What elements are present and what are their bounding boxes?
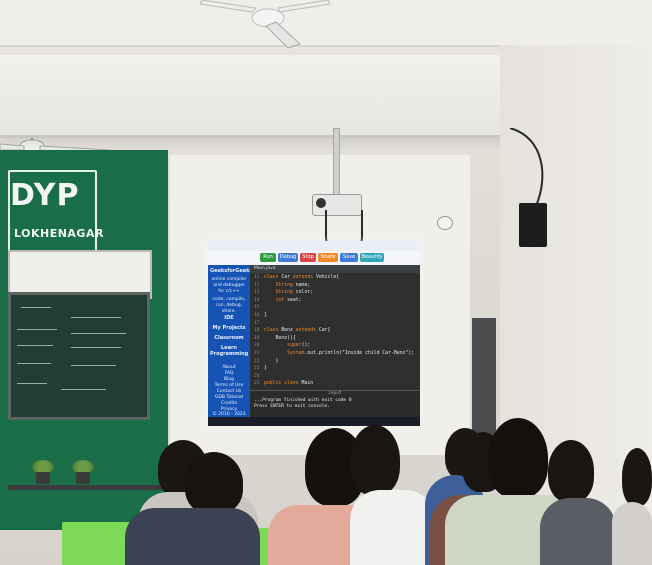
code-line: class Car extends Vehicle{ bbox=[264, 275, 340, 280]
share-button[interactable]: Share bbox=[318, 253, 338, 262]
student-body bbox=[350, 490, 435, 565]
student-body bbox=[540, 498, 616, 565]
student-body bbox=[612, 502, 652, 565]
ide-sidebar: GeeksforGeeks online compiler and debugg… bbox=[208, 265, 253, 423]
sidebar-item-classroom[interactable]: Classroom bbox=[210, 335, 248, 341]
console-line: Press ENTER to exit console. bbox=[254, 404, 330, 409]
speaker bbox=[519, 203, 547, 247]
projector-lens-icon bbox=[316, 198, 326, 208]
code-line: } bbox=[264, 358, 279, 364]
line-number: 13 bbox=[254, 290, 260, 296]
line-number: 20 bbox=[254, 343, 260, 349]
line-number: 25 bbox=[254, 381, 260, 387]
line-number: 23 bbox=[254, 366, 260, 372]
plant-pot bbox=[36, 472, 50, 484]
sidebar-item-learn[interactable]: Learn Programming bbox=[210, 345, 248, 357]
line-number: 14 bbox=[254, 297, 260, 303]
line-number: 21 bbox=[254, 351, 260, 356]
line-number: 17 bbox=[254, 320, 260, 326]
student-head bbox=[488, 418, 548, 498]
code-line: Benz(){ bbox=[264, 335, 296, 341]
student-head bbox=[185, 452, 243, 514]
door bbox=[472, 318, 496, 438]
line-number: 11 bbox=[254, 275, 260, 280]
sidebar-item-ide[interactable]: IDE bbox=[210, 315, 248, 321]
line-number: 22 bbox=[254, 358, 260, 364]
logo-subtitle: LOKHENAGAR bbox=[14, 227, 104, 240]
sidebar-tagline: online compiler and debugger for c/c++ bbox=[211, 277, 247, 294]
chalkboard bbox=[8, 292, 150, 420]
console-label: input bbox=[328, 391, 342, 396]
beautify-button[interactable]: Beautify bbox=[360, 253, 384, 262]
student-body bbox=[125, 508, 260, 565]
classroom-scene: DYP LOKHENAGAR Run Debug Stop Share Save… bbox=[0, 0, 652, 565]
stop-button[interactable]: Stop bbox=[300, 253, 316, 262]
student-head bbox=[350, 425, 400, 495]
chair bbox=[62, 522, 132, 565]
sidebar-brand: GeeksforGeeks bbox=[210, 268, 253, 274]
browser-titlebar bbox=[208, 241, 420, 251]
line-number: 24 bbox=[254, 373, 260, 379]
line-number: 19 bbox=[254, 335, 260, 341]
code-line: System.out.println("Inside child Car-Ben… bbox=[287, 351, 415, 356]
line-number: 18 bbox=[254, 328, 260, 334]
plant-pot-2 bbox=[76, 472, 90, 484]
code-line: String color; bbox=[275, 290, 314, 296]
code-line: super(); bbox=[287, 343, 311, 349]
student-head bbox=[622, 448, 652, 506]
sidebar-tagline-2: code, compile, run, debug, share. bbox=[212, 297, 246, 314]
code-line: String name; bbox=[275, 282, 311, 288]
line-number: 16 bbox=[254, 313, 260, 318]
run-button[interactable]: Run bbox=[260, 253, 276, 262]
sidebar-item-projects[interactable]: My Projects bbox=[210, 325, 248, 331]
editor-tab-label: Main.java bbox=[254, 266, 276, 271]
projector-mount bbox=[333, 128, 340, 198]
student-head bbox=[548, 440, 594, 502]
console-line: ...Program finished with exit code 0 bbox=[254, 398, 352, 403]
cctv-camera-icon bbox=[437, 216, 453, 230]
debug-button[interactable]: Debug bbox=[278, 253, 298, 262]
code-line: } bbox=[264, 313, 267, 318]
line-number: 15 bbox=[254, 305, 260, 311]
save-button[interactable]: Save bbox=[340, 253, 358, 262]
ceiling-beam bbox=[0, 55, 548, 138]
projected-screen: Run Debug Stop Share Save Beautify Geeks… bbox=[208, 241, 420, 426]
wall-cable bbox=[509, 128, 544, 207]
ceiling-fan-icon bbox=[199, 0, 331, 49]
windows-taskbar bbox=[208, 417, 420, 426]
logo-text: DYP bbox=[10, 178, 80, 213]
code-line: public class Main bbox=[264, 381, 314, 387]
code-line: int seat; bbox=[275, 297, 302, 303]
code-line: } bbox=[264, 366, 267, 372]
code-line: class Benz extends Car{ bbox=[264, 328, 331, 334]
line-number: 12 bbox=[254, 282, 260, 288]
shelf bbox=[8, 485, 168, 490]
